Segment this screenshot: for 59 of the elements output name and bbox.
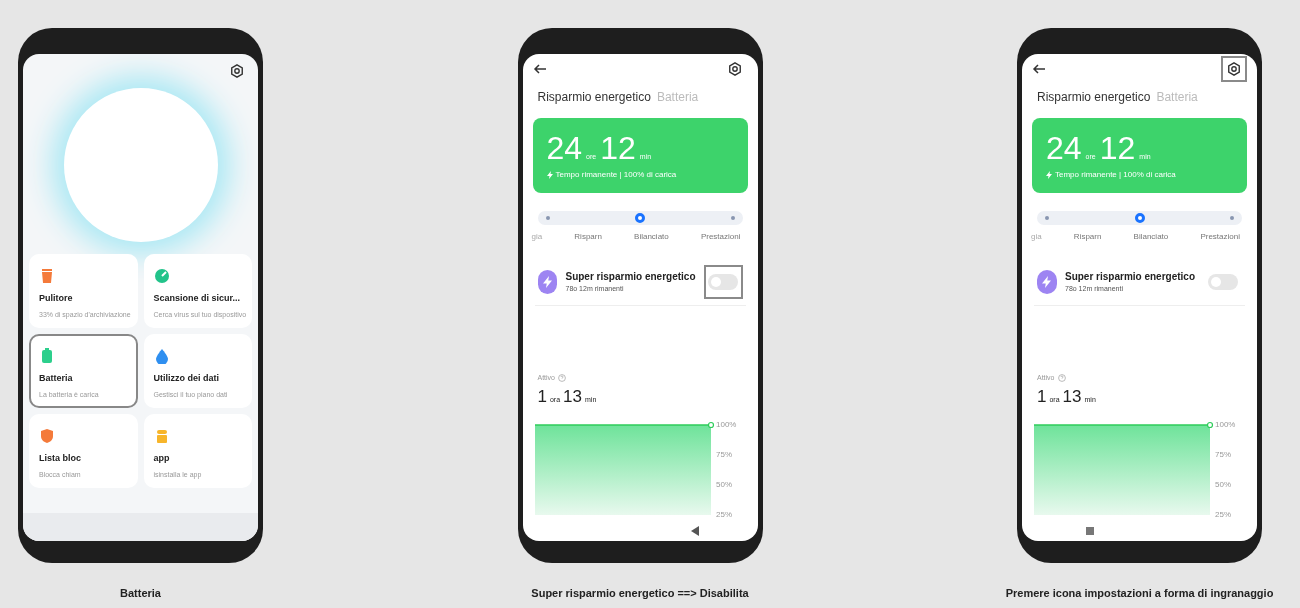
card-title: Utilizzo dei dati: [153, 372, 220, 385]
mode-slider[interactable]: [537, 211, 743, 225]
axis-tick-label: 75%: [715, 450, 732, 460]
axis-tick-label: 100%: [1215, 420, 1236, 430]
axis-tick-label: 100%: [715, 420, 736, 430]
lightning-badge-icon: [1037, 270, 1057, 294]
lightning-badge-icon: [537, 270, 558, 294]
saver-title: Super risparmio energetico: [565, 270, 696, 285]
axis-tick-label: 25%: [1215, 510, 1231, 520]
mode-label: gia: [531, 231, 543, 243]
tab[interactable]: Risparmio energetico: [537, 88, 651, 106]
active-minutes: 13: [563, 385, 582, 408]
card-title: Batteria: [39, 372, 74, 385]
help-icon: [558, 374, 566, 383]
help-icon: [1057, 374, 1066, 383]
settings-icon: [727, 62, 742, 76]
axis-tick-label: 25%: [715, 510, 732, 520]
status-text: Tempo rimanente | 100% di carica: [1055, 169, 1176, 181]
mode-label: Bilanciato: [1133, 231, 1169, 243]
axis-tick-label: 50%: [1215, 480, 1231, 490]
mode-label: gia: [1031, 231, 1042, 243]
step-caption: Batteria: [120, 586, 161, 601]
slider-thumb[interactable]: [635, 213, 645, 223]
mode-label: Risparn: [1073, 231, 1102, 243]
active-hours: 1: [1037, 385, 1047, 408]
settings-icon: [230, 64, 244, 78]
back-arrow-icon[interactable]: [1032, 64, 1046, 74]
saver-title: Super risparmio energetico: [1065, 270, 1196, 285]
slider-thumb[interactable]: [1134, 213, 1145, 223]
minutes-value: 12: [600, 132, 636, 164]
card-title: app: [153, 452, 171, 465]
mode-label: Bilanciato: [634, 231, 669, 243]
back-nav-icon[interactable]: [691, 526, 699, 536]
toggle-switch[interactable]: [708, 274, 738, 290]
mode-label: Prestazioni: [700, 231, 741, 243]
card-title: Lista bloc: [39, 452, 82, 465]
status-text: Tempo rimanente | 100% di carica: [555, 169, 677, 181]
settings-button[interactable]: [1221, 56, 1247, 82]
axis-tick-label: 50%: [715, 480, 732, 490]
hours-value: 24: [1046, 132, 1082, 164]
axis-tick-label: 75%: [1215, 450, 1231, 460]
step-caption: Super risparmio energetico ==> Disabilita: [531, 586, 749, 601]
home-nav-icon[interactable]: [1085, 527, 1094, 535]
mode-slider[interactable]: [1037, 211, 1242, 225]
mode-label: Risparn: [574, 231, 602, 243]
back-arrow-icon[interactable]: [532, 64, 547, 74]
active-hours: 1: [537, 385, 547, 408]
card-title: Scansione di sicur...: [153, 292, 242, 305]
mode-label: Prestazioni: [1200, 231, 1240, 243]
minutes-value: 12: [1099, 132, 1136, 164]
tab[interactable]: Risparmio energetico: [1037, 88, 1151, 106]
settings-icon: [1227, 62, 1241, 76]
step-caption: Premere icona impostazioni a forma di ingranaggio: [1005, 586, 1274, 601]
lightning-icon: [546, 171, 553, 179]
lightning-icon: [1046, 171, 1052, 179]
toggle-switch[interactable]: [1207, 274, 1238, 290]
hours-value: 24: [546, 132, 583, 164]
active-minutes: 13: [1062, 385, 1082, 408]
card-title: Pulitore: [39, 292, 74, 305]
